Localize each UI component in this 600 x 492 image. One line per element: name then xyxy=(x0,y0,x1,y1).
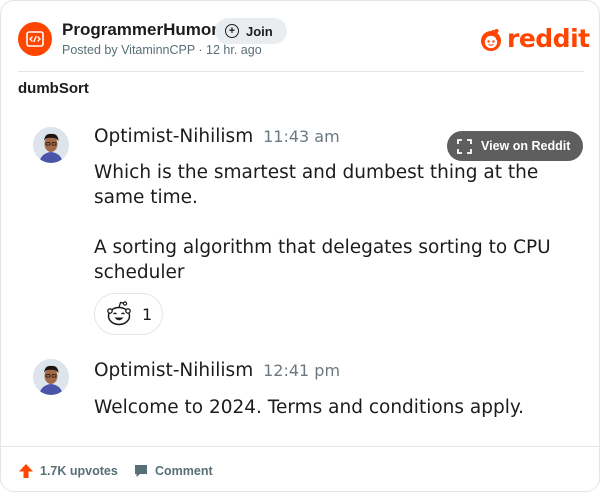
avatar[interactable] xyxy=(33,359,69,395)
upvote-arrow-icon xyxy=(19,464,33,478)
subreddit-name[interactable]: ProgrammerHumor xyxy=(62,20,218,40)
comment-text: A sorting algorithm that delegates sorti… xyxy=(94,237,551,283)
avatar[interactable] xyxy=(33,127,69,163)
post-title[interactable]: dumbSort xyxy=(18,80,89,97)
upvote-count: 1.7K upvotes xyxy=(40,464,118,478)
reddit-embed-card: ProgrammerHumor + Join Posted by Vitamin… xyxy=(0,0,600,492)
comment-author-name: Optimist-Nihilism xyxy=(94,126,254,147)
comment-time: 11:43 am xyxy=(263,127,340,146)
comment-author[interactable]: Optimist-Nihilism 11:43 am xyxy=(94,126,340,147)
reddit-wordmark: reddit xyxy=(507,24,590,53)
footer-divider xyxy=(1,446,599,447)
header-divider xyxy=(18,71,584,72)
comment-label: Comment xyxy=(155,464,213,478)
reddit-snoo-icon xyxy=(481,28,501,51)
comment-time: 12:41 pm xyxy=(263,361,341,380)
comment-text: Welcome to 2024. Terms and conditions ap… xyxy=(94,397,525,418)
comment-button[interactable]: Comment xyxy=(133,463,213,479)
reaction-button[interactable]: 1 xyxy=(94,293,163,335)
reddit-logo[interactable]: reddit xyxy=(478,24,590,53)
post-header: ProgrammerHumor + Join Posted by Vitamin… xyxy=(1,1,599,71)
join-button[interactable]: + Join xyxy=(215,18,287,44)
posted-by: Posted by VitaminnCPP · 12 hr. ago xyxy=(62,43,262,57)
snoo-laugh-icon xyxy=(107,301,131,326)
view-on-reddit-label: View on Reddit xyxy=(481,139,571,153)
subreddit-avatar[interactable] xyxy=(18,22,52,56)
join-label: Join xyxy=(246,23,273,39)
comment-author[interactable]: Optimist-Nihilism 12:41 pm xyxy=(94,360,340,381)
comment-body: Welcome to 2024. Terms and conditions ap… xyxy=(94,395,564,420)
comment-text: Which is the smartest and dumbest thing … xyxy=(94,162,539,208)
view-on-reddit-button[interactable]: View on Reddit xyxy=(447,131,583,161)
comment-bubble-icon xyxy=(135,465,147,477)
comment-body: Which is the smartest and dumbest thing … xyxy=(94,160,564,285)
user-photo-icon xyxy=(33,359,69,395)
reaction-count: 1 xyxy=(142,304,153,324)
comment-author-name: Optimist-Nihilism xyxy=(94,360,254,381)
expand-icon xyxy=(457,138,472,154)
user-photo-icon xyxy=(33,127,69,163)
code-icon xyxy=(26,31,44,47)
upvote-button[interactable]: 1.7K upvotes xyxy=(18,463,118,479)
plus-circle-icon: + xyxy=(225,24,239,38)
